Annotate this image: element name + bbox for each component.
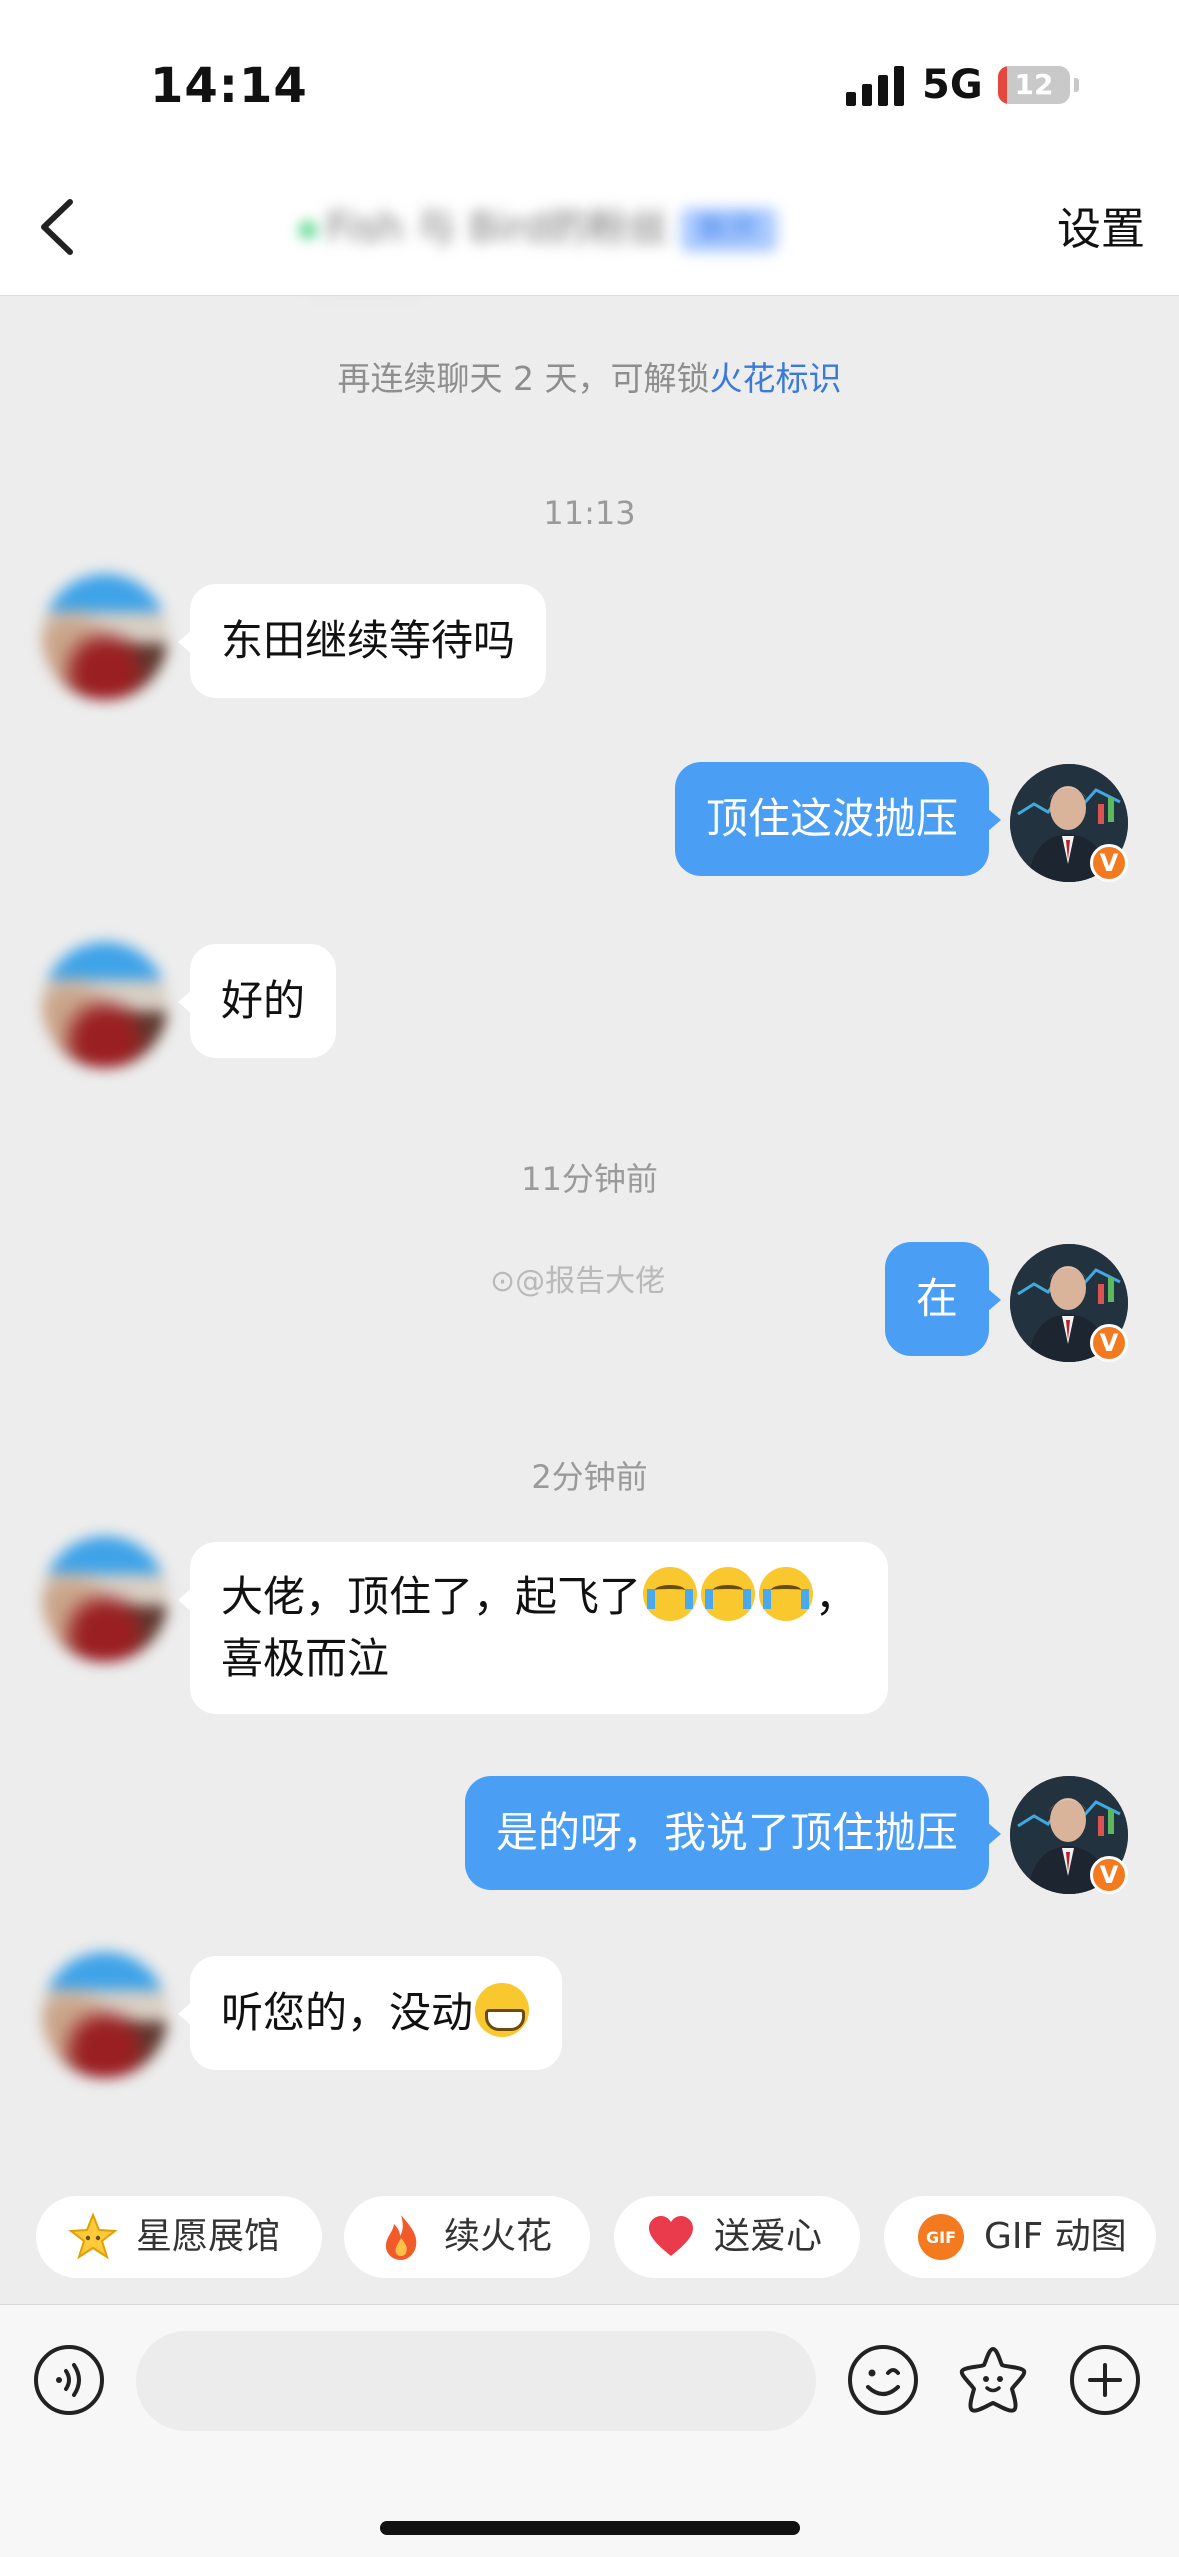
grinning-face-emoji [475,1983,530,2037]
timestamp: 2分钟前 [531,1458,648,1496]
message-text: 大佬，顶住了，起飞了 [221,1572,642,1621]
gif-icon: GIF [918,2214,964,2260]
timestamp: 11分钟前 [521,1160,658,1198]
loudly-crying-face-emoji [759,1567,814,1621]
quick-actions-bar: 星愿展馆 续火花 送爱心 GIF GIF 动图 [0,2176,1179,2296]
input-bar [0,2304,1179,2557]
verified-badge: V [1090,1856,1128,1894]
contact-avatar[interactable] [42,574,168,700]
sticker-star-icon[interactable] [956,2343,1030,2417]
battery-nub [1074,78,1079,92]
outgoing-message[interactable]: 顶住这波抛压 [674,762,1002,876]
outgoing-message[interactable]: 是的呀，我说了顶住抛压 [464,1776,1002,1890]
contact-avatar[interactable] [42,1536,168,1662]
battery-percent: 12 [1014,68,1054,101]
gif-icon-text: GIF [926,2228,956,2247]
streak-hint: 再连续聊天 2 天，可解锁火花标识 [0,352,1179,400]
quick-action-continue-spark[interactable]: 续火花 [344,2196,590,2278]
star-face-icon [68,2212,118,2260]
chat-title-text: Fish 与 Bird的粉丝 [326,205,669,251]
my-avatar[interactable]: V [1010,1244,1128,1362]
chip-label: GIF 动图 [984,2216,1127,2257]
loudly-crying-face-emoji [701,1567,756,1621]
contact-avatar[interactable] [42,942,168,1068]
outgoing-message[interactable]: 在 [884,1242,1002,1356]
status-time: 14:14 [150,58,308,114]
chat-header: Fish 与 Bird的粉丝 新开 设置 [0,170,1179,296]
message-list[interactable]: 再连续聊天 2 天，可解锁火花标识 11:13 东田继续等待吗 V 顶住这波抛压… [0,296,1179,2176]
chip-label: 送爱心 [714,2216,823,2257]
watermark: ⊙@报告大佬 [490,1264,666,1299]
contact-avatar[interactable] [42,1952,168,2078]
voice-input-icon[interactable] [32,2343,106,2417]
loudly-crying-face-emoji [643,1567,698,1621]
network-type: 5G [922,62,983,108]
message-text: ， [815,1572,858,1621]
message-text: 喜极而泣 [221,1634,390,1683]
watermark-text: @报告大佬 [515,1264,666,1299]
incoming-message[interactable]: 听您的，没动 [177,1956,563,2070]
incoming-message[interactable]: 大佬，顶住了，起飞了 ， 喜极而泣 [177,1542,889,1714]
my-avatar[interactable]: V [1010,1776,1128,1894]
streak-hint-text: 再连续聊天 2 天，可解锁 [337,359,710,398]
timestamp: 11:13 [543,494,636,532]
chip-label: 星愿展馆 [136,2216,281,2257]
incoming-message[interactable]: 好的 [177,944,337,1058]
verified-badge: V [1090,1324,1128,1362]
home-indicator [380,2521,800,2535]
chip-label: 续火花 [444,2216,553,2257]
status-bar: 14:14 5G 12 [0,0,1179,170]
settings-button[interactable]: 设置 [1057,200,1145,260]
my-avatar[interactable]: V [1010,764,1128,882]
quick-action-gif[interactable]: GIF GIF 动图 [884,2196,1156,2278]
back-arrow-icon[interactable] [30,192,90,262]
quick-action-wish-gallery[interactable]: 星愿展馆 [36,2196,322,2278]
chat-title-tag: 新开 [680,208,777,252]
message-input[interactable] [136,2331,816,2431]
incoming-message[interactable]: 东田继续等待吗 [177,584,547,698]
flame-icon [385,2215,417,2260]
streak-hint-link[interactable]: 火花标识 [709,359,841,398]
heart-icon [649,2216,693,2256]
chat-title: Fish 与 Bird的粉丝 新开 [300,198,880,258]
emoji-icon[interactable] [846,2343,920,2417]
quick-action-send-heart[interactable]: 送爱心 [614,2196,860,2278]
verified-badge: V [1090,844,1128,882]
online-status-dot [300,222,316,238]
battery-icon: 12 [998,66,1070,104]
signal-strength-icon [846,64,906,106]
add-more-icon[interactable] [1068,2343,1142,2417]
message-text: 听您的，没动 [221,1988,474,2037]
